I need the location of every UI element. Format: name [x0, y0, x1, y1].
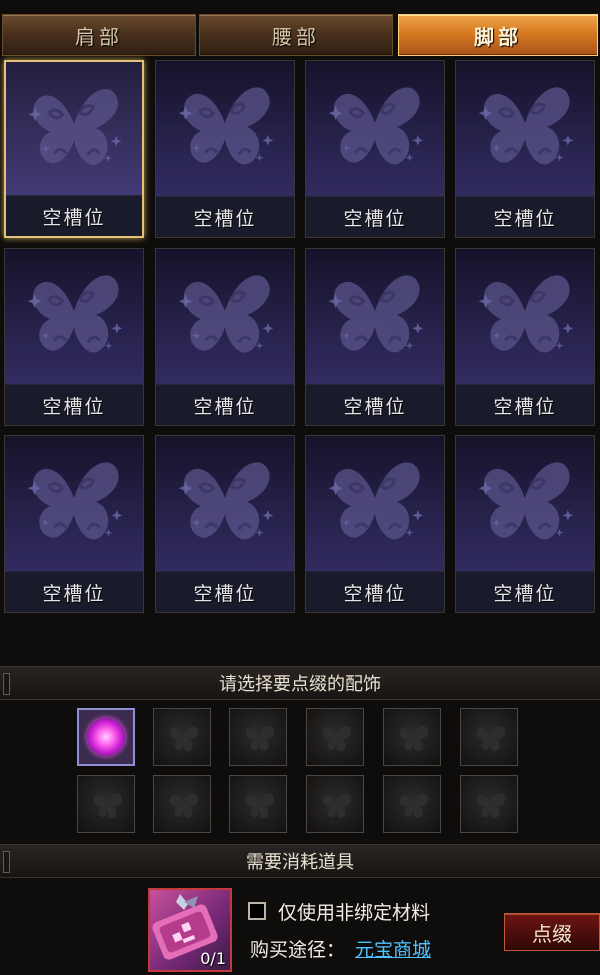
butterfly-icon — [322, 726, 352, 752]
buy-source-label: 购买途径： — [250, 938, 346, 961]
butterfly-icon — [245, 793, 275, 819]
equipment-slot[interactable]: 空槽位 — [305, 60, 445, 238]
butterfly-icon — [169, 793, 199, 819]
slot-label: 空槽位 — [6, 195, 142, 236]
consume-section-title: 需要消耗道具 — [246, 852, 354, 873]
equipment-slot[interactable]: 空槽位 — [155, 248, 295, 426]
accessory-slot[interactable] — [460, 708, 518, 766]
shop-link[interactable]: 元宝商城 — [355, 935, 431, 962]
accessory-slot[interactable] — [77, 708, 135, 766]
slot-label: 空槽位 — [456, 571, 594, 612]
slot-label: 空槽位 — [456, 196, 594, 237]
slot-label: 空槽位 — [156, 384, 294, 425]
equipment-slot[interactable]: 空槽位 — [305, 435, 445, 613]
equipment-slot[interactable]: 空槽位 — [305, 248, 445, 426]
equipment-slot[interactable]: 空槽位 — [4, 248, 144, 426]
consume-item-slot[interactable]: 0/1 — [148, 888, 232, 972]
accessory-slot[interactable] — [383, 775, 441, 833]
slot-grid: 空槽位 空槽位 空槽位 空槽位 空槽位 空槽位 空槽位 空槽位 空槽位 空槽位 空槽位 空槽位 — [0, 58, 600, 618]
equipment-slot[interactable]: 空槽位 — [155, 435, 295, 613]
butterfly-icon — [476, 793, 506, 819]
equipment-slot[interactable]: 空槽位 — [455, 435, 595, 613]
tab-feet[interactable]: 脚部 — [398, 14, 598, 56]
butterfly-icon — [328, 462, 424, 540]
butterfly-icon — [245, 726, 275, 752]
equipment-slot[interactable]: 空槽位 — [4, 435, 144, 613]
butterfly-icon — [27, 462, 123, 540]
purple-orb-icon — [87, 718, 125, 756]
tab-waist[interactable]: 腰部 — [199, 14, 393, 56]
slot-label: 空槽位 — [156, 571, 294, 612]
slot-label: 空槽位 — [306, 384, 444, 425]
equipment-slot[interactable]: 空槽位 — [4, 60, 144, 238]
accessory-slot[interactable] — [153, 775, 211, 833]
butterfly-icon — [478, 275, 574, 353]
buy-source-row: 购买途径： 元宝商城 — [250, 934, 431, 962]
slot-label: 空槽位 — [456, 384, 594, 425]
equipment-slot[interactable]: 空槽位 — [455, 60, 595, 238]
slot-label: 空槽位 — [5, 571, 143, 612]
butterfly-icon — [399, 726, 429, 752]
butterfly-icon — [178, 462, 274, 540]
accessory-slot[interactable] — [460, 775, 518, 833]
slot-label: 空槽位 — [306, 571, 444, 612]
butterfly-icon — [478, 462, 574, 540]
butterfly-icon — [328, 275, 424, 353]
embellish-button[interactable]: 点缀 — [504, 913, 600, 951]
butterfly-icon — [178, 275, 274, 353]
equipment-slot[interactable]: 空槽位 — [455, 248, 595, 426]
butterfly-icon — [93, 793, 123, 819]
consume-section-header: 需要消耗道具 — [0, 844, 600, 878]
butterfly-icon — [478, 87, 574, 165]
butterfly-icon — [399, 793, 429, 819]
butterfly-icon — [27, 275, 123, 353]
slot-label: 空槽位 — [306, 196, 444, 237]
unbound-only-checkbox[interactable] — [248, 902, 266, 920]
accessory-slot[interactable] — [153, 708, 211, 766]
slot-label: 空槽位 — [156, 196, 294, 237]
header-ornament — [3, 851, 10, 873]
unbound-only-option[interactable]: 仅使用非绑定材料 — [248, 898, 430, 924]
accessory-slot[interactable] — [306, 708, 364, 766]
butterfly-icon — [28, 88, 122, 165]
accessory-section-header: 请选择要点缀的配饰 — [0, 666, 600, 700]
accessory-slot[interactable] — [229, 708, 287, 766]
equipment-slot[interactable]: 空槽位 — [155, 60, 295, 238]
accessory-slot[interactable] — [229, 775, 287, 833]
butterfly-icon — [328, 87, 424, 165]
tab-bar: 肩部 腰部 脚部 — [0, 14, 600, 58]
accessory-section-title: 请选择要点缀的配饰 — [219, 674, 381, 695]
accessory-slot[interactable] — [383, 708, 441, 766]
tab-shoulder[interactable]: 肩部 — [2, 14, 196, 56]
unbound-only-label: 仅使用非绑定材料 — [278, 901, 431, 924]
slot-label: 空槽位 — [5, 384, 143, 425]
accessory-slot[interactable] — [77, 775, 135, 833]
butterfly-icon — [178, 87, 274, 165]
accessory-slot[interactable] — [306, 775, 364, 833]
butterfly-icon — [322, 793, 352, 819]
consume-item-count: 0/1 — [200, 949, 226, 968]
butterfly-icon — [169, 726, 199, 752]
header-ornament — [3, 673, 10, 695]
butterfly-icon — [476, 726, 506, 752]
